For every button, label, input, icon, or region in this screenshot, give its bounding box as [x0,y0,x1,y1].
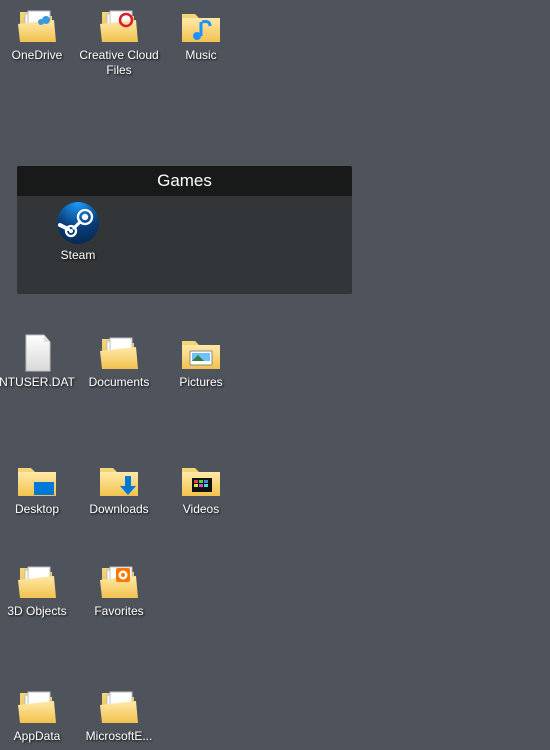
appdata-label: AppData [14,729,61,744]
folder-music-icon [180,6,222,46]
folder-downloads-icon [98,460,140,500]
microsoft-edge-label: MicrosoftE... [86,729,153,744]
onedrive-label: OneDrive [12,48,63,63]
3d-objects-label: 3D Objects [7,604,66,619]
games-group-title: Games [17,166,352,196]
folder-pictures-icon [180,333,222,373]
music-shortcut[interactable]: Music [160,6,242,63]
folder-open-icon [16,687,58,727]
music-label: Music [185,48,216,63]
games-group-body: Steam [17,196,352,294]
favorites-shortcut[interactable]: Favorites [78,562,160,619]
steam-icon [57,202,99,244]
games-group[interactable]: Games Steam [17,166,352,294]
pictures-shortcut[interactable]: Pictures [160,333,242,390]
documents-label: Documents [89,375,150,390]
microsoft-edge-shortcut[interactable]: MicrosoftE... [78,687,160,744]
onedrive-shortcut[interactable]: OneDrive [0,6,78,63]
folder-3d-icon [16,562,58,602]
ntuser-dat-shortcut[interactable]: NTUSER.DAT [0,333,78,390]
steam-shortcut[interactable]: Steam [37,202,119,262]
videos-label: Videos [183,502,219,517]
creative-cloud-shortcut[interactable]: Creative Cloud Files [78,6,160,78]
desktop-shortcut[interactable]: Desktop [0,460,78,517]
appdata-shortcut[interactable]: AppData [0,687,78,744]
folder-desktop-icon [16,460,58,500]
documents-shortcut[interactable]: Documents [78,333,160,390]
downloads-label: Downloads [89,502,148,517]
videos-shortcut[interactable]: Videos [160,460,242,517]
folder-cc-icon [98,6,140,46]
folder-open-icon [98,687,140,727]
folder-onedrive-icon [16,6,58,46]
pictures-label: Pictures [179,375,222,390]
creative-cloud-label: Creative Cloud Files [78,48,160,78]
desktop-label: Desktop [15,502,59,517]
folder-documents-icon [98,333,140,373]
file-generic-icon [16,333,58,373]
downloads-shortcut[interactable]: Downloads [78,460,160,517]
folder-videos-icon [180,460,222,500]
favorites-label: Favorites [94,604,143,619]
ntuser-dat-label: NTUSER.DAT [0,375,75,390]
steam-label: Steam [61,248,96,262]
3d-objects-shortcut[interactable]: 3D Objects [0,562,78,619]
folder-favorites-icon [98,562,140,602]
